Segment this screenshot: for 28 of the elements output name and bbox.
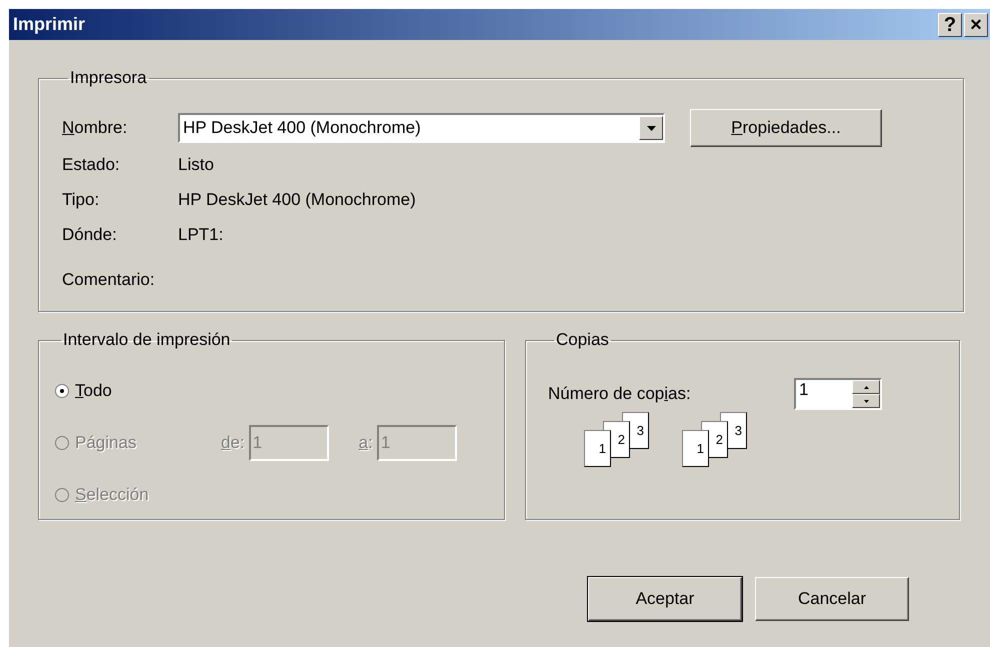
- window-title: Imprimir: [13, 14, 86, 35]
- info-label: Dónde:: [62, 224, 118, 244]
- cancel-button[interactable]: Cancelar: [755, 577, 909, 621]
- spin-down-icon[interactable]: [852, 394, 880, 408]
- info-label: Estado:: [62, 154, 121, 174]
- group-label: Intervalo de impresión: [62, 330, 232, 350]
- group-label: Impresora: [69, 68, 148, 88]
- info-label: Comentario:: [62, 270, 156, 290]
- close-button[interactable]: ×: [964, 12, 988, 36]
- info-value: Listo: [178, 154, 214, 174]
- info-value: LPT1:: [178, 224, 224, 244]
- info-value: HP DeskJet 400 (Monochrome): [178, 190, 416, 210]
- copies-spinner[interactable]: 1: [794, 378, 882, 410]
- page-sheet: 1: [682, 430, 709, 467]
- group-label: Copias: [555, 330, 610, 350]
- spin-up-icon[interactable]: [852, 380, 880, 394]
- properties-button[interactable]: Propiedades...: [690, 109, 882, 147]
- field-label: Nombre:: [62, 118, 128, 138]
- field-label: de:: [221, 433, 245, 453]
- radio-icon[interactable]: [55, 384, 69, 398]
- ok-button[interactable]: Aceptar: [588, 577, 742, 621]
- radio-option[interactable]: Todo: [55, 381, 195, 401]
- page-sheet: 1: [584, 430, 611, 467]
- field-label: a:: [358, 433, 373, 453]
- help-button[interactable]: ?: [938, 12, 962, 36]
- info-label: Tipo:: [62, 190, 100, 210]
- field-label: Número de copias:: [548, 384, 692, 404]
- printer-dropdown[interactable]: HP DeskJet 400 (Monochrome): [178, 113, 665, 143]
